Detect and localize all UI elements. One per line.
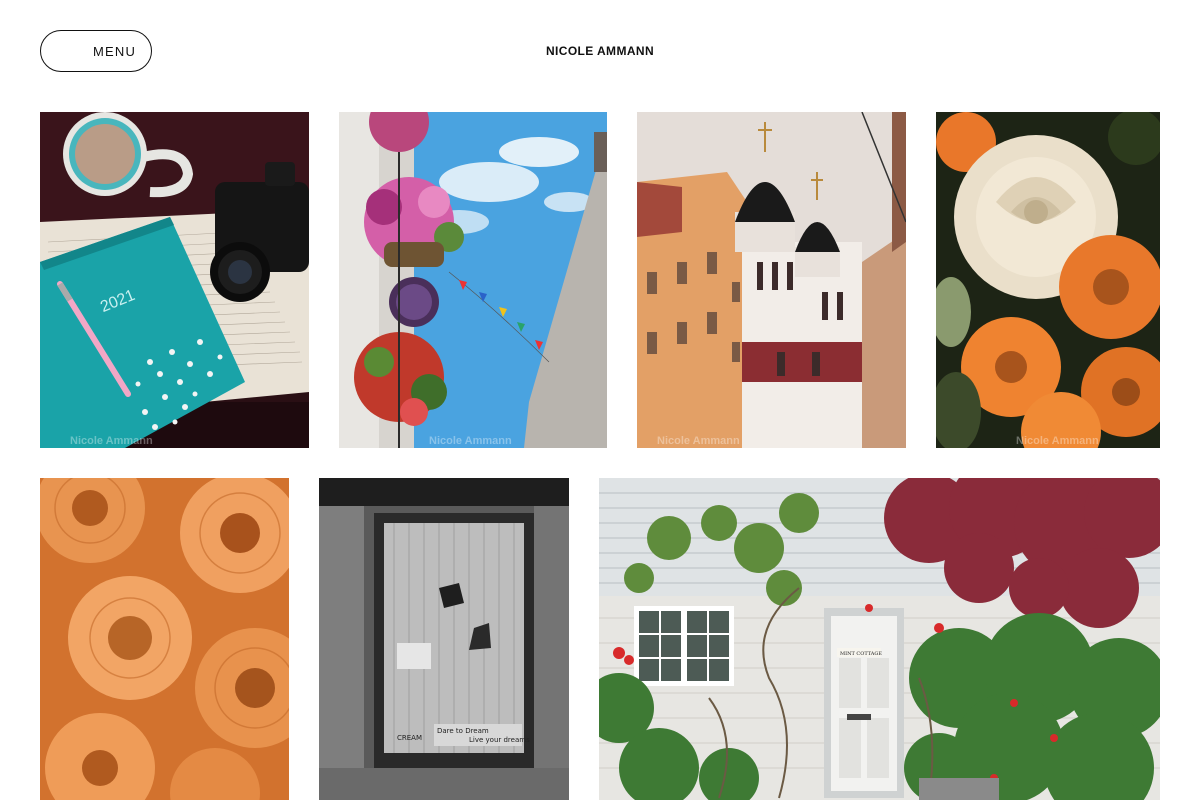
photo-rose-bouquet: Nicole Ammann [936,112,1160,448]
gallery-item-coffee-camera[interactable]: 2021 Nicole Ammann [40,112,309,448]
watermark-text: Nicole Ammann [1016,435,1099,447]
gallery-item-chrysanthemums[interactable] [40,478,289,800]
window-sign-text-2: Live your dreams [469,736,530,744]
gallery-item-flower-baskets[interactable]: Nicole Ammann [339,112,607,448]
window-sign-text-3: CREAM [397,734,422,742]
cottage-sign-text: MINT COTTAGE [840,651,882,657]
photo-coffee-camera: 2021 Nicole Ammann [40,112,309,448]
watermark-text: Nicole Ammann [70,435,153,447]
site-title[interactable]: NICOLE AMMANN [0,44,1200,58]
gallery-item-rose-bouquet[interactable]: Nicole Ammann [936,112,1160,448]
photo-curtain-window: Dare to Dream Live your dreams CREAM [319,478,569,800]
gallery-item-curtain-window[interactable]: Dare to Dream Live your dreams CREAM [319,478,569,800]
watermark-text: Nicole Ammann [429,435,512,447]
watermark-text: Nicole Ammann [657,435,740,447]
photo-mint-cottage: MINT COTTAGE [599,478,1160,800]
window-sign-text-1: Dare to Dream [437,727,489,735]
gallery-item-mint-cottage[interactable]: MINT COTTAGE [599,478,1160,800]
photo-chrysanthemums [40,478,289,800]
photo-cathedral: Nicole Ammann [637,112,906,448]
site-header: MENU NICOLE AMMANN [0,0,1200,100]
photo-flower-baskets: Nicole Ammann [339,112,607,448]
gallery-item-cathedral[interactable]: Nicole Ammann [637,112,906,448]
